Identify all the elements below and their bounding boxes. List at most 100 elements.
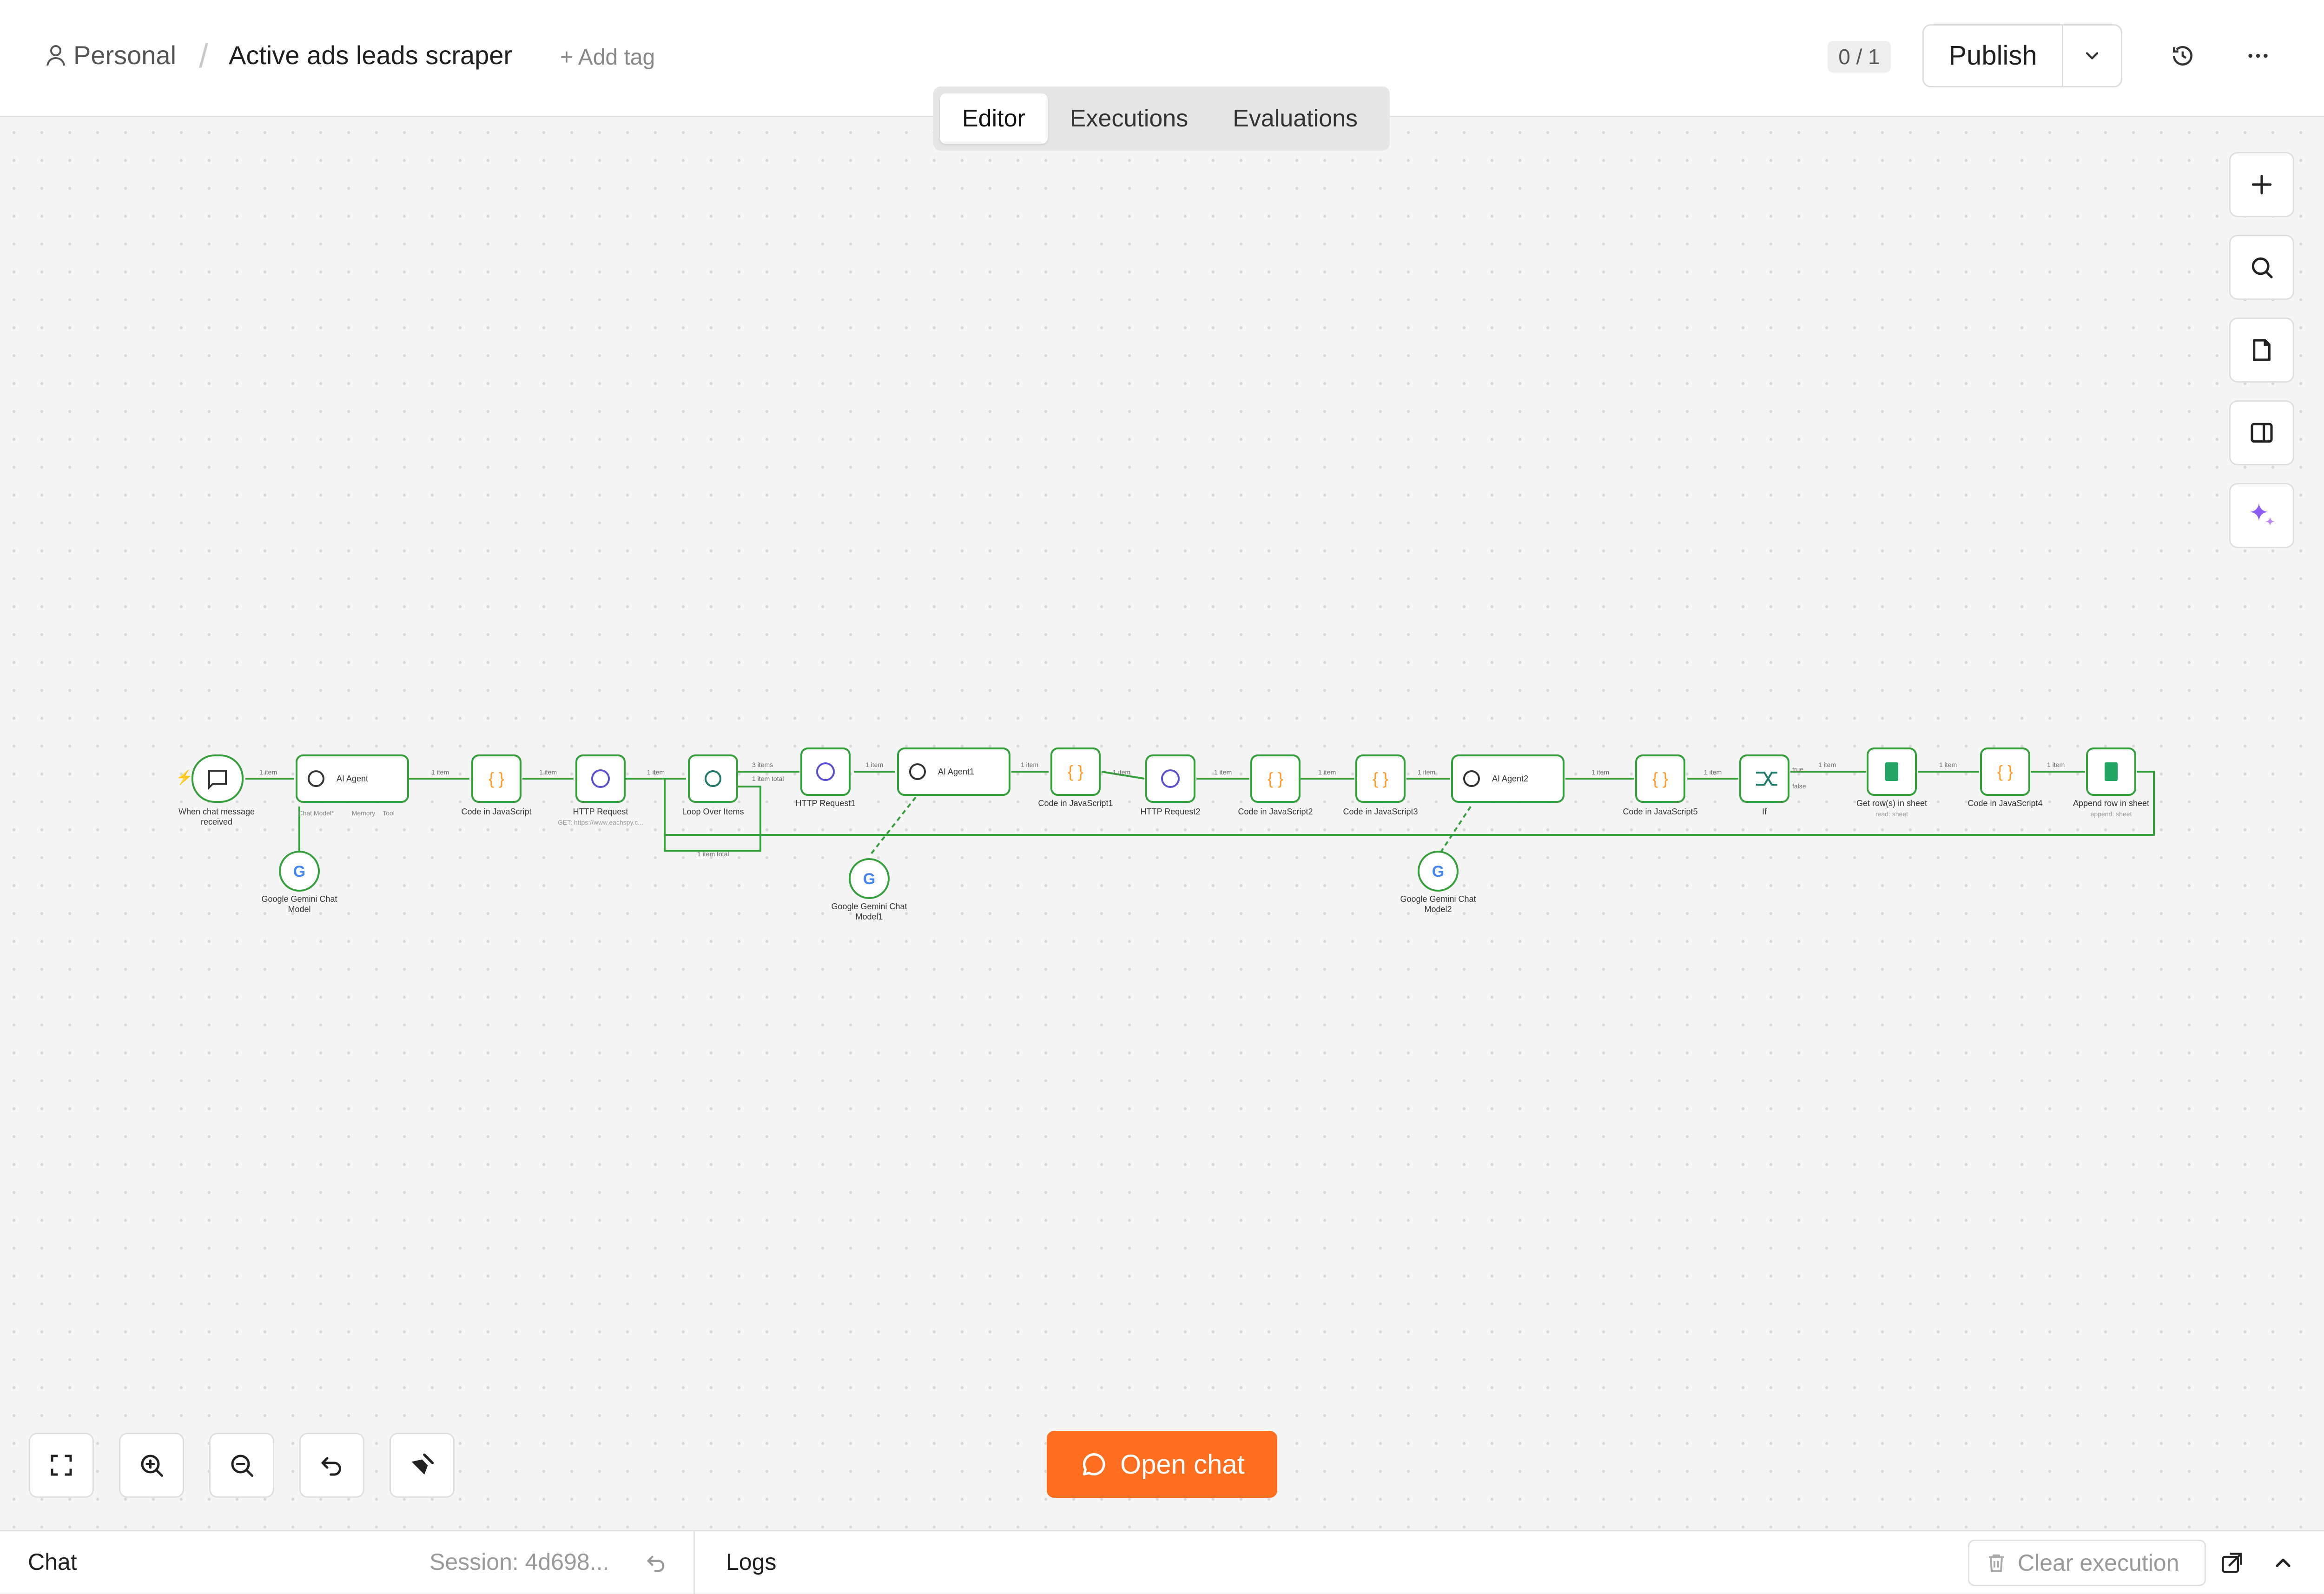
chat-label: Chat <box>28 1549 77 1575</box>
svg-text:1 item: 1 item <box>1021 761 1038 768</box>
node-gemini-0: G Google Gemini Chat Model <box>261 851 337 914</box>
svg-text:1 item total: 1 item total <box>752 775 784 782</box>
svg-text:Code in JavaScript4: Code in JavaScript4 <box>1967 799 2042 808</box>
node-loop: Loop Over Items <box>682 754 744 816</box>
svg-text:append: sheet: append: sheet <box>2091 810 2132 818</box>
svg-text:G: G <box>863 870 875 888</box>
open-chat-button[interactable]: Open chat <box>1047 1431 1277 1498</box>
zoom-out-icon <box>231 1455 253 1477</box>
svg-text:G: G <box>293 863 305 880</box>
svg-text:true: true <box>1792 766 1803 773</box>
zoom-out-button[interactable] <box>209 1433 274 1498</box>
sticky-note-icon <box>2253 339 2271 361</box>
workflow-graph: ⚡ When chat message received AI Agent Ch… <box>176 747 2155 921</box>
zoom-in-button[interactable] <box>119 1433 184 1498</box>
clear-execution-button[interactable]: Clear execution <box>1968 1540 2206 1586</box>
svg-text:1 item: 1 item <box>1818 761 1836 768</box>
trash-icon <box>1989 1554 2004 1572</box>
svg-text:Tool: Tool <box>383 809 395 817</box>
tab-editor[interactable]: Editor <box>940 93 1048 144</box>
node-gemini-1: G Google Gemini Chat Model1 <box>831 858 907 921</box>
svg-text:Loop Over Items: Loop Over Items <box>682 807 744 816</box>
svg-text:G: G <box>1432 863 1444 880</box>
svg-text:Model1: Model1 <box>855 912 883 921</box>
node-code-1: { } Code in JavaScript <box>461 754 532 816</box>
svg-text:1 item total: 1 item total <box>697 850 729 858</box>
node-sheet-append: Append row in sheet append: sheet <box>2073 747 2149 818</box>
fit-view-button[interactable] <box>29 1433 94 1498</box>
svg-text:AI Agent1: AI Agent1 <box>938 767 974 776</box>
more-options-button[interactable] <box>2239 37 2277 74</box>
svg-text:HTTP Request: HTTP Request <box>573 807 628 816</box>
node-http-2: HTTP Request1 <box>796 747 856 808</box>
svg-text:Code in JavaScript2: Code in JavaScript2 <box>1238 807 1313 816</box>
node-ai-agent-2: AI Agent2 <box>1451 754 1565 803</box>
svg-text:1 item: 1 item <box>1113 768 1130 776</box>
publish-group: Publish <box>1922 24 2122 87</box>
logs-label[interactable]: Logs <box>726 1548 776 1576</box>
toggle-panel-button[interactable] <box>2229 400 2294 465</box>
reset-zoom-button[interactable] <box>299 1433 364 1498</box>
history-icon <box>2173 46 2192 66</box>
svg-text:1 item: 1 item <box>431 768 449 776</box>
svg-text:1 item: 1 item <box>1591 768 1609 776</box>
node-if: If <box>1739 754 1789 816</box>
node-label: When chat message <box>178 807 255 816</box>
workflow-title[interactable]: Active ads leads scraper <box>229 39 512 72</box>
svg-text:If: If <box>1762 807 1767 816</box>
panel-icon <box>2251 423 2273 443</box>
zoom-in-icon <box>141 1455 163 1477</box>
ai-assistant-button[interactable] <box>2229 483 2294 548</box>
fit-view-icon <box>51 1455 72 1476</box>
svg-text:Code in JavaScript: Code in JavaScript <box>461 807 531 816</box>
add-node-button[interactable] <box>2229 152 2294 217</box>
chat-panel-header[interactable]: Chat Session: 4d698... <box>0 1531 695 1594</box>
history-button[interactable] <box>2164 37 2201 74</box>
add-tag-button[interactable]: + Add tag <box>560 45 655 70</box>
node-code-3: { } Code in JavaScript2 <box>1238 754 1313 816</box>
svg-text:Chat Model*: Chat Model* <box>298 809 334 817</box>
tidy-up-button[interactable] <box>390 1433 455 1498</box>
project-name: Personal <box>73 40 177 70</box>
node-http-3: HTTP Request2 <box>1141 754 1200 816</box>
pop-out-button[interactable] <box>2217 1548 2247 1578</box>
svg-text:1 item: 1 item <box>647 768 665 776</box>
svg-text:{ }: { } <box>1373 769 1388 788</box>
svg-text:{ }: { } <box>1068 762 1083 781</box>
broom-icon <box>411 1453 434 1475</box>
svg-text:1 item: 1 item <box>1939 761 1957 768</box>
tab-executions[interactable]: Executions <box>1048 93 1210 144</box>
svg-text:HTTP Request1: HTTP Request1 <box>796 799 856 808</box>
workflow-canvas[interactable]: ⚡ When chat message received AI Agent Ch… <box>0 119 2324 1530</box>
node-ai-agent: AI Agent Chat Model* Memory Tool <box>296 754 409 817</box>
tab-evaluations[interactable]: Evaluations <box>1210 93 1380 144</box>
svg-text:Code in JavaScript3: Code in JavaScript3 <box>1343 807 1418 816</box>
breadcrumb-project[interactable]: Personal <box>45 39 176 72</box>
undo-icon <box>321 1457 341 1476</box>
publish-dropdown-button[interactable] <box>2063 26 2121 86</box>
svg-text:{ }: { } <box>1268 769 1283 788</box>
chat-bubble-icon <box>1083 1453 1105 1475</box>
svg-text:Model2: Model2 <box>1424 905 1452 914</box>
chevron-down-icon <box>2086 52 2099 60</box>
node-code-2: { } Code in JavaScript1 <box>1038 747 1113 808</box>
svg-text:Memory: Memory <box>352 809 376 817</box>
search-nodes-button[interactable] <box>2229 235 2294 300</box>
svg-text:Code in JavaScript1: Code in JavaScript1 <box>1038 799 1113 808</box>
user-icon <box>46 45 65 66</box>
reset-session-button[interactable] <box>641 1548 671 1578</box>
svg-text:{ }: { } <box>1997 762 2013 781</box>
node-label: AI Agent <box>337 774 368 783</box>
search-icon <box>2251 257 2273 278</box>
expand-panel-button[interactable] <box>2268 1548 2298 1578</box>
publish-button[interactable]: Publish <box>1924 26 2063 86</box>
svg-text:Google Gemini Chat: Google Gemini Chat <box>1400 894 1476 904</box>
svg-text:⚡: ⚡ <box>176 769 193 786</box>
add-sticky-note-button[interactable] <box>2229 317 2294 383</box>
chevron-up-icon <box>2276 1558 2291 1568</box>
svg-text:{ }: { } <box>489 769 504 788</box>
view-tabs: Editor Executions Evaluations <box>933 86 1390 151</box>
svg-text:Google Gemini Chat: Google Gemini Chat <box>831 902 907 911</box>
svg-text:GET: https://www.eachspy.c...: GET: https://www.eachspy.c... <box>558 819 643 826</box>
svg-text:1 item: 1 item <box>1214 768 1232 776</box>
